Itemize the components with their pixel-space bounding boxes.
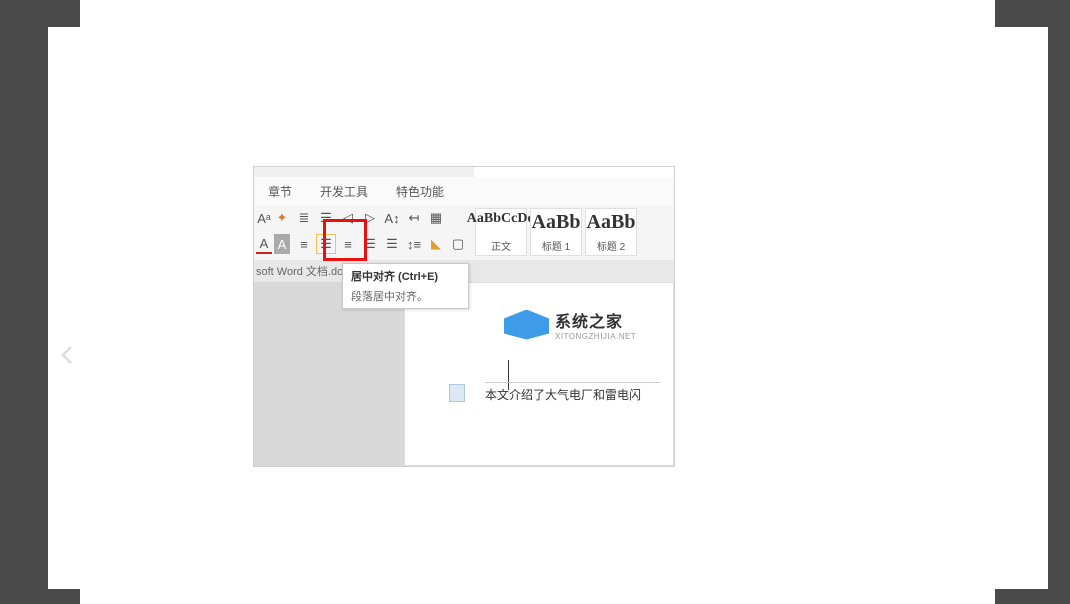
- style-heading1[interactable]: AaBb 标题 1: [530, 208, 582, 256]
- prev-arrow-icon[interactable]: [56, 343, 80, 367]
- tab-special[interactable]: 特色功能: [382, 183, 458, 200]
- word-app-screenshot: 章节 开发工具 特色功能 Aᵃ ✦ A A ≣ ☰ ◁ ▷: [253, 166, 675, 467]
- logo-house-icon: [504, 310, 549, 340]
- document-margin-area: [254, 282, 404, 466]
- style-preview-text: AaBb: [532, 211, 581, 234]
- highlight-icon[interactable]: A: [274, 234, 290, 254]
- tooltip-center-align: 居中对齐 (Ctrl+E) 段落居中对齐。: [342, 263, 469, 309]
- page-icon[interactable]: [449, 384, 465, 402]
- style-preview-text: AaBbCcDd: [467, 211, 535, 227]
- style-label: 标题 1: [542, 238, 570, 253]
- style-preview-text: AaBb: [587, 211, 636, 234]
- logo-text: 系统之家: [555, 308, 636, 332]
- ribbon-tabs: 章节 开发工具 特色功能: [254, 177, 674, 205]
- watermark-logo: 系统之家 XITONGZHIJIA.NET: [504, 307, 664, 342]
- red-highlight-box: [323, 219, 367, 261]
- style-heading2[interactable]: AaBb 标题 2: [585, 208, 637, 256]
- bullet-list-icon[interactable]: ≣: [294, 208, 314, 228]
- document-body-text[interactable]: 本文介绍了大气电厂和雷电闪: [485, 382, 660, 403]
- baidu-fox-icon: [858, 464, 898, 494]
- style-gallery: AaBbCcDd 正文 AaBb 标题 1 AaBb 标题 2: [470, 205, 637, 260]
- font-color-icon[interactable]: A: [256, 234, 272, 254]
- lightbox-container: 章节 开发工具 特色功能 Aᵃ ✦ A A ≣ ☰ ◁ ▷: [48, 27, 1048, 589]
- shading-icon[interactable]: ◣: [426, 234, 446, 254]
- table-icon[interactable]: ▦: [426, 208, 446, 228]
- format-text-icon[interactable]: A↕: [382, 208, 402, 228]
- style-label: 标题 2: [597, 238, 625, 253]
- ribbon-toolbar: Aᵃ ✦ A A ≣ ☰ ◁ ▷ A↕ ↤ ▦: [254, 205, 674, 260]
- style-label: 正文: [491, 238, 511, 253]
- watermark-text: jingyan.baidu.com: [826, 543, 988, 564]
- clear-format-icon[interactable]: ↤: [404, 208, 424, 228]
- tab-sections[interactable]: 章节: [254, 183, 306, 200]
- borders-icon[interactable]: ▢: [448, 234, 468, 254]
- style-normal[interactable]: AaBbCcDd 正文: [475, 208, 527, 256]
- font-effects-icon[interactable]: ✦: [274, 208, 290, 228]
- tooltip-description: 段落居中对齐。: [351, 288, 460, 304]
- align-left-icon[interactable]: ≡: [294, 234, 314, 254]
- font-case-icon[interactable]: Aᵃ: [256, 208, 272, 228]
- align-distribute-icon[interactable]: ☰: [382, 234, 402, 254]
- document-content-row: 本文介绍了大气电厂和雷电闪: [449, 382, 660, 403]
- tab-developer[interactable]: 开发工具: [306, 183, 382, 200]
- logo-subtext: XITONGZHIJIA.NET: [555, 332, 636, 341]
- line-spacing-icon[interactable]: ↕≡: [404, 234, 424, 254]
- tooltip-title: 居中对齐 (Ctrl+E): [351, 268, 460, 284]
- document-tab[interactable]: soft Word 文档.do: [256, 263, 343, 279]
